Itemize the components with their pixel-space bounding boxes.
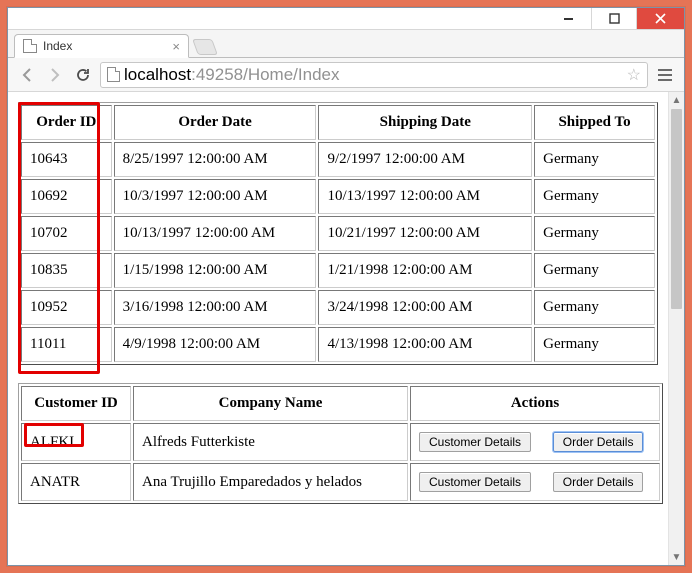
table-row: 10702 10/13/1997 12:00:00 AM 10/21/1997 … <box>21 216 655 251</box>
page-icon <box>107 67 120 82</box>
browser-tab[interactable]: Index × <box>14 34 189 58</box>
address-text: localhost:49258/Home/Index <box>124 65 340 85</box>
order-date-cell: 10/3/1997 12:00:00 AM <box>114 179 317 214</box>
vertical-scrollbar[interactable]: ▲ ▼ <box>668 92 684 565</box>
page-content: Order ID Order Date Shipping Date Shippe… <box>8 92 668 565</box>
ship-date-cell: 3/24/1998 12:00:00 AM <box>318 290 532 325</box>
order-date-cell: 3/16/1998 12:00:00 AM <box>114 290 317 325</box>
address-host: localhost <box>124 65 191 84</box>
order-id-cell: 10835 <box>21 253 112 288</box>
customer-details-button[interactable]: Customer Details <box>419 472 531 492</box>
orders-table: Order ID Order Date Shipping Date Shippe… <box>18 102 658 365</box>
ship-date-cell: 9/2/1997 12:00:00 AM <box>318 142 532 177</box>
address-path: :49258/Home/Index <box>191 65 339 84</box>
company-name-cell: Alfreds Futterkiste <box>133 423 408 461</box>
window-controls <box>8 8 684 30</box>
scroll-down-icon[interactable]: ▼ <box>669 549 684 565</box>
table-header-row: Order ID Order Date Shipping Date Shippe… <box>21 105 655 140</box>
ship-to-cell: Germany <box>534 290 655 325</box>
order-id-cell: 10702 <box>21 216 112 251</box>
ship-to-cell: Germany <box>534 142 655 177</box>
orders-header-shipto: Shipped To <box>534 105 655 140</box>
forward-icon <box>47 67 63 83</box>
table-row: ALFKI Alfreds Futterkiste Customer Detai… <box>21 423 660 461</box>
close-button[interactable] <box>636 8 684 29</box>
actions-cell: Customer Details Order Details <box>410 463 660 501</box>
ship-date-cell: 1/21/1998 12:00:00 AM <box>318 253 532 288</box>
orders-header-id: Order ID <box>21 105 112 140</box>
forward-button[interactable] <box>44 64 66 86</box>
tab-close-icon[interactable]: × <box>172 40 180 53</box>
orders-header-date: Order Date <box>114 105 317 140</box>
tab-title: Index <box>43 39 72 53</box>
back-icon <box>19 67 35 83</box>
bookmark-icon[interactable]: ☆ <box>627 65 641 85</box>
ship-date-cell: 10/13/1997 12:00:00 AM <box>318 179 532 214</box>
minimize-button[interactable] <box>546 8 591 29</box>
ship-to-cell: Germany <box>534 327 655 362</box>
order-id-cell: 10692 <box>21 179 112 214</box>
table-row: 11011 4/9/1998 12:00:00 AM 4/13/1998 12:… <box>21 327 655 362</box>
toolbar: localhost:49258/Home/Index ☆ <box>8 58 684 92</box>
reload-button[interactable] <box>72 64 94 86</box>
actions-cell: Customer Details Order Details <box>410 423 660 461</box>
menu-icon <box>658 69 672 71</box>
address-bar[interactable]: localhost:49258/Home/Index ☆ <box>100 62 648 88</box>
menu-button[interactable] <box>654 64 676 86</box>
new-tab-button[interactable] <box>192 39 218 55</box>
table-row: 10952 3/16/1998 12:00:00 AM 3/24/1998 12… <box>21 290 655 325</box>
maximize-icon <box>609 13 620 24</box>
ship-date-cell: 4/13/1998 12:00:00 AM <box>318 327 532 362</box>
scroll-thumb[interactable] <box>671 109 682 309</box>
reload-icon <box>75 67 91 83</box>
ship-to-cell: Germany <box>534 179 655 214</box>
table-row: ANATR Ana Trujillo Emparedados y helados… <box>21 463 660 501</box>
order-id-cell: 10643 <box>21 142 112 177</box>
table-row: 10692 10/3/1997 12:00:00 AM 10/13/1997 1… <box>21 179 655 214</box>
minimize-icon <box>563 13 574 24</box>
customers-header-id: Customer ID <box>21 386 131 421</box>
back-button[interactable] <box>16 64 38 86</box>
page-favicon <box>23 39 37 53</box>
browser-window: Index × localhost:49258/Home/Index ☆ <box>7 7 685 566</box>
table-header-row: Customer ID Company Name Actions <box>21 386 660 421</box>
customers-header-company: Company Name <box>133 386 408 421</box>
orders-header-shipdate: Shipping Date <box>318 105 532 140</box>
ship-date-cell: 10/21/1997 12:00:00 AM <box>318 216 532 251</box>
customers-header-actions: Actions <box>410 386 660 421</box>
order-date-cell: 4/9/1998 12:00:00 AM <box>114 327 317 362</box>
maximize-button[interactable] <box>591 8 636 29</box>
order-id-cell: 11011 <box>21 327 112 362</box>
scroll-up-icon[interactable]: ▲ <box>669 92 684 108</box>
order-details-button[interactable]: Order Details <box>553 432 644 452</box>
table-row: 10643 8/25/1997 12:00:00 AM 9/2/1997 12:… <box>21 142 655 177</box>
close-icon <box>655 13 666 24</box>
order-details-button[interactable]: Order Details <box>553 472 644 492</box>
viewport: Order ID Order Date Shipping Date Shippe… <box>8 92 684 565</box>
order-id-cell: 10952 <box>21 290 112 325</box>
company-name-cell: Ana Trujillo Emparedados y helados <box>133 463 408 501</box>
customers-table: Customer ID Company Name Actions ALFKI A… <box>18 383 663 504</box>
ship-to-cell: Germany <box>534 253 655 288</box>
tab-strip: Index × <box>8 30 684 58</box>
order-date-cell: 8/25/1997 12:00:00 AM <box>114 142 317 177</box>
customer-details-button[interactable]: Customer Details <box>419 432 531 452</box>
order-date-cell: 10/13/1997 12:00:00 AM <box>114 216 317 251</box>
ship-to-cell: Germany <box>534 216 655 251</box>
customer-id-cell: ANATR <box>21 463 131 501</box>
table-row: 10835 1/15/1998 12:00:00 AM 1/21/1998 12… <box>21 253 655 288</box>
customer-id-cell: ALFKI <box>21 423 131 461</box>
order-date-cell: 1/15/1998 12:00:00 AM <box>114 253 317 288</box>
